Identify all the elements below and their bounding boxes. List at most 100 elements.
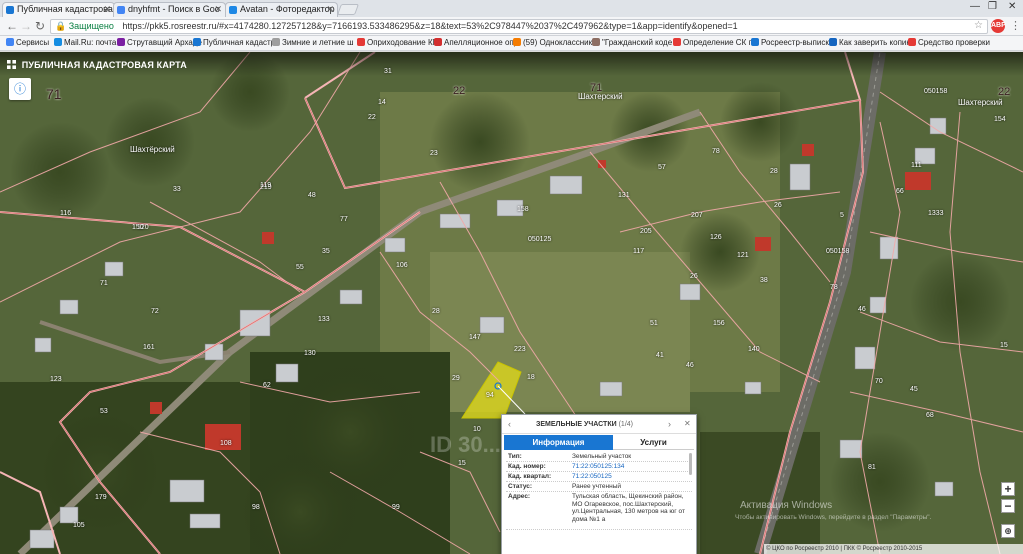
parcel-number: 45 xyxy=(910,386,918,393)
parcel-number: 46 xyxy=(686,362,694,369)
popup-header: ‹ ЗЕМЕЛЬНЫЕ УЧАСТКИ (1/4) › ✕ xyxy=(502,415,696,434)
field-key: Адрес: xyxy=(508,493,531,500)
bookmark-item[interactable]: Средство проверки xyxy=(908,38,990,47)
close-icon[interactable]: ✕ xyxy=(214,4,222,15)
rosreestr-logo-icon xyxy=(7,60,16,69)
parcel-number: 98 xyxy=(252,504,260,511)
apps-icon xyxy=(6,38,14,46)
cadastral-quarter-link[interactable]: 71:22:050125 xyxy=(572,473,612,480)
bookmark-favicon xyxy=(673,38,681,46)
field-key: Тип: xyxy=(508,453,522,460)
parcel-number: 72 xyxy=(151,308,159,315)
parcel-number: 28 xyxy=(432,308,440,315)
parcel-number: 78 xyxy=(830,284,838,291)
close-icon[interactable]: ✕ xyxy=(326,4,334,15)
back-icon[interactable]: ← xyxy=(6,19,18,33)
locate-icon[interactable]: ⊕ xyxy=(1001,524,1015,538)
parcel-number: 133 xyxy=(318,316,330,323)
zoom-out-button[interactable]: − xyxy=(1001,499,1015,513)
bookmark-item[interactable]: Публичная кадастр xyxy=(193,38,275,47)
window-close-icon[interactable]: ✕ xyxy=(1008,1,1016,12)
tab-google[interactable]: dnyhfmt - Поиск в Goo ✕ xyxy=(113,2,226,17)
parcel-number: 14 xyxy=(378,99,386,106)
field-row: Статус: Ранее учтенный xyxy=(506,482,692,492)
parcel-number: 117 xyxy=(633,248,645,255)
browser-toolbar: ← → ↻ 🔒 Защищено https://pkk5.rosreestr.… xyxy=(0,17,1023,36)
field-value: Ранее учтенный xyxy=(572,483,621,490)
bookmark-item[interactable]: Сервисы xyxy=(6,38,49,47)
minimize-icon[interactable]: — xyxy=(970,1,980,12)
parcel-number: 223 xyxy=(514,346,526,353)
quarter-label: 050125 xyxy=(528,236,552,243)
parcel-number: 147 xyxy=(469,334,481,341)
forward-icon[interactable]: → xyxy=(20,19,32,33)
parcel-number: 48 xyxy=(308,192,316,199)
parcel-number: 55 xyxy=(296,264,304,271)
address-bar[interactable]: 🔒 Защищено https://pkk5.rosreestr.ru/#x=… xyxy=(50,19,988,34)
parcel-number: 130 xyxy=(304,350,316,357)
close-icon[interactable]: ✕ xyxy=(684,419,691,428)
bookmark-item[interactable]: Оприходование КМ xyxy=(357,38,439,47)
bookmark-favicon xyxy=(117,38,125,46)
tab-pkk[interactable]: Публичная кадастровая ✕ xyxy=(2,2,115,17)
extension-icon[interactable]: ABP xyxy=(991,19,1006,33)
parcel-number: 62 xyxy=(263,382,271,389)
parcel-number: 5 xyxy=(840,212,844,219)
copyright-text: © ЦКО по Росреестр 2010 | ПКК © Росреест… xyxy=(764,544,1023,554)
selected-parcel-number[interactable]: 94 xyxy=(486,392,494,399)
tab-favicon xyxy=(229,6,237,14)
parcel-number: 150 xyxy=(132,224,144,231)
svg-text:ID 30...: ID 30... xyxy=(430,432,501,457)
bookmark-item[interactable]: Струтавщий Архаде xyxy=(117,38,202,47)
parcel-number: 106 xyxy=(396,262,408,269)
bookmark-favicon xyxy=(434,38,442,46)
reload-icon[interactable]: ↻ xyxy=(35,19,45,33)
tab-strip: Публичная кадастровая ✕ dnyhfmt - Поиск … xyxy=(0,0,1023,17)
secure-label: Защищено xyxy=(68,21,114,31)
parcel-number: 108 xyxy=(220,440,232,447)
next-icon[interactable]: › xyxy=(668,419,671,429)
prev-icon[interactable]: ‹ xyxy=(508,419,511,429)
maximize-icon[interactable]: ❐ xyxy=(988,1,997,12)
parcel-number: 205 xyxy=(640,228,652,235)
tab-avatan[interactable]: Avatan - Фоторедактор ✕ xyxy=(225,2,338,17)
tab-information[interactable]: Информация xyxy=(504,435,613,450)
popup-scrollbar[interactable] xyxy=(689,453,692,475)
bookmark-star-icon[interactable]: ☆ xyxy=(974,20,983,31)
cadastral-map[interactable]: ID 30... ПУБЛИЧНАЯ КАДАСТРОВАЯ КАРТА ⓘ 7… xyxy=(0,52,1023,554)
parcel-number: 28 xyxy=(770,168,778,175)
bookmark-favicon xyxy=(272,38,280,46)
tab-title: Публичная кадастровая xyxy=(17,4,115,14)
cadastral-number-link[interactable]: 71:22:050125:134 xyxy=(572,463,624,470)
bookmark-item[interactable]: Как заверить копию xyxy=(829,38,912,47)
tab-title: dnyhfmt - Поиск в Goo xyxy=(128,4,220,14)
menu-icon[interactable]: ⋮ xyxy=(1010,19,1021,32)
parcel-number: 77 xyxy=(340,216,348,223)
parcel-number: 29 xyxy=(452,375,460,382)
bookmark-item[interactable]: Зимние и летние ш xyxy=(272,38,354,47)
parcel-number: 1333 xyxy=(928,210,944,217)
parcel-number: 123 xyxy=(50,376,62,383)
bookmark-item[interactable]: "Гражданский коде xyxy=(592,38,672,47)
parcel-number: 71 xyxy=(100,280,108,287)
bookmark-item[interactable]: Определение СК по xyxy=(673,38,757,47)
field-value: Тульская область, Щекинский район, МО Ог… xyxy=(572,493,685,523)
bookmark-favicon xyxy=(829,38,837,46)
new-tab-button[interactable] xyxy=(336,4,360,15)
district-label: 22 xyxy=(453,85,466,97)
zoom-in-button[interactable]: + xyxy=(1001,482,1015,496)
parcel-number: 179 xyxy=(95,494,107,501)
parcel-number: 51 xyxy=(650,320,658,327)
bookmark-item[interactable]: (59) Одноклассники xyxy=(513,38,597,47)
parcel-number: 81 xyxy=(868,464,876,471)
info-icon[interactable]: ⓘ xyxy=(9,78,31,100)
bookmark-item[interactable]: Mail.Ru: почта xyxy=(54,38,116,47)
tab-services[interactable]: Услуги xyxy=(613,435,694,450)
close-icon[interactable]: ✕ xyxy=(103,4,111,15)
parcel-number: 161 xyxy=(143,344,155,351)
bookmark-item[interactable]: Росреестр-выписка xyxy=(751,38,833,47)
parcel-number: 53 xyxy=(100,408,108,415)
bookmark-item[interactable]: Апелляционное опр xyxy=(434,38,518,47)
district-label: 71 xyxy=(46,86,62,102)
lock-icon: 🔒 xyxy=(55,21,67,31)
